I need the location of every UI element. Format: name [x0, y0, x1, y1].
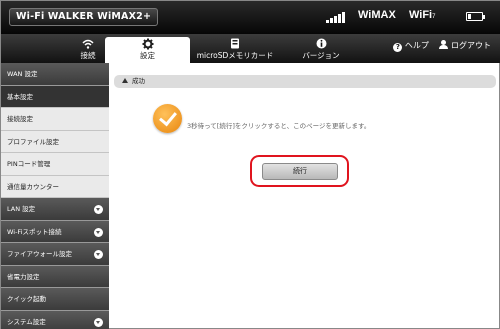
user-icon: [439, 40, 449, 49]
logout-label: ログアウト: [451, 41, 491, 50]
chevron-down-icon: [94, 250, 103, 259]
sd-card-icon: [193, 38, 277, 50]
collapse-triangle-icon: [122, 78, 128, 83]
help-icon: ?: [393, 43, 403, 52]
tab-settings-label: 設定: [140, 51, 155, 60]
sidebar-item-label: 省電力設定: [7, 272, 40, 281]
gear-icon: [105, 38, 190, 50]
sidebar-item-label: クイック起動: [7, 295, 46, 303]
section-title: 成功: [132, 77, 145, 85]
network-type-label: WiMAX: [358, 9, 396, 21]
sidebar-item-lan-settings[interactable]: LAN 設定: [1, 198, 109, 221]
sidebar-item-power-saving[interactable]: 省電力設定: [1, 265, 109, 288]
sidebar-item-label: 通信量カウンター: [7, 182, 59, 191]
tab-version[interactable]: バージョン: [286, 37, 356, 63]
brand-logo: Wi-Fi WALKER WiMAX2+: [9, 8, 159, 26]
sidebar-item-basic-settings[interactable]: 基本設定: [1, 85, 109, 108]
sidebar-item-label: LAN 設定: [7, 205, 36, 213]
sidebar-item-connection-settings[interactable]: 接続設定: [1, 108, 109, 131]
sidebar-item-traffic-counter[interactable]: 通信量カウンター: [1, 175, 109, 198]
info-icon: [286, 38, 356, 50]
section-header: 成功: [114, 75, 496, 88]
chevron-down-icon: [94, 205, 103, 214]
sidebar-item-label: プロファイル設定: [7, 137, 59, 146]
sidebar-item-label: 基本設定: [7, 92, 33, 101]
sidebar-item-quick-boot[interactable]: クイック起動: [1, 288, 109, 311]
success-check-icon: [153, 104, 182, 133]
top-links: ? ヘルプ ログアウト: [393, 40, 491, 52]
sidebar-item-wan-settings[interactable]: WAN 設定: [1, 63, 109, 86]
sidebar-item-label: PINコード管理: [7, 160, 51, 168]
wifi-label: WiFi: [409, 9, 433, 21]
sidebar-item-wifi-spot[interactable]: Wi-Fiスポット接続: [1, 220, 109, 243]
highlight-outline: 続行: [250, 155, 349, 187]
tab-settings[interactable]: 設定: [105, 37, 190, 63]
status-message: 3秒待って[続行]をクリックすると、このページを更新します。: [187, 122, 371, 130]
sidebar: WAN 設定 基本設定 接続設定 プロファイル設定 PINコード管理 通信量カウ…: [1, 63, 109, 329]
help-link[interactable]: ? ヘルプ: [393, 41, 429, 52]
signal-icon: [326, 11, 346, 23]
sidebar-item-firewall[interactable]: ファイアウォール設定: [1, 243, 109, 266]
tab-microsd-label: microSDメモリカード: [196, 51, 274, 60]
battery-icon: [466, 12, 485, 21]
sidebar-item-label: Wi-Fiスポット接続: [7, 227, 62, 236]
sidebar-item-profile-settings[interactable]: プロファイル設定: [1, 130, 109, 153]
wifi-status: WiFi7: [409, 9, 435, 21]
sidebar-item-label: 接続設定: [7, 115, 33, 123]
wifi-channel: 7: [432, 14, 436, 20]
sidebar-item-label: システム設定: [7, 317, 46, 326]
top-bar: Wi-Fi WALKER WiMAX2+ WiMAX WiFi7: [1, 1, 500, 34]
sidebar-item-label: ファイアウォール設定: [7, 250, 72, 258]
main-tab-bar: 接続 設定 microSDメモリカード バージョン ? ヘルプ ログアウト: [1, 34, 500, 63]
sidebar-item-system-settings[interactable]: システム設定: [1, 310, 109, 329]
help-label: ヘルプ: [404, 41, 429, 50]
tab-microsd[interactable]: microSDメモリカード: [193, 37, 277, 63]
logout-link[interactable]: ログアウト: [431, 40, 491, 50]
sidebar-item-label: WAN 設定: [7, 70, 38, 78]
continue-button[interactable]: 続行: [262, 163, 338, 180]
chevron-down-icon: [94, 227, 103, 237]
sidebar-item-pin-management[interactable]: PINコード管理: [1, 153, 109, 176]
tab-version-label: バージョン: [302, 51, 340, 60]
chevron-down-icon: [94, 317, 103, 327]
